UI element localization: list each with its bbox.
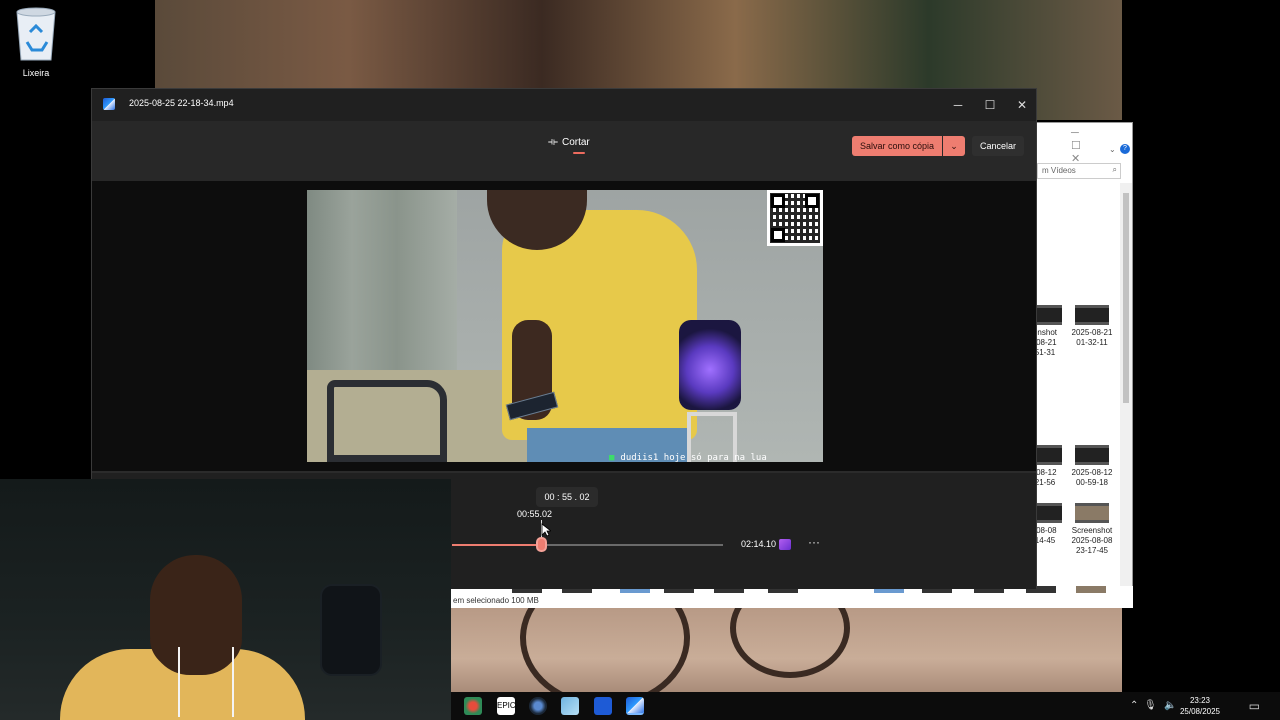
- file-manager-icon[interactable]: [561, 697, 579, 715]
- recycle-bin-icon: [16, 7, 56, 61]
- video-caption: ■ dudiis1 hoje só para na lua: [609, 453, 767, 462]
- recycle-bin-label: Lixeira: [22, 68, 50, 78]
- caption-user: dudiis1: [620, 453, 659, 462]
- qr-code: [767, 190, 823, 246]
- clock-time: 23:23: [1189, 696, 1211, 705]
- caption-text: hoje só para na lua: [663, 453, 767, 462]
- system-tray: ⌃ 🎙 🔈 23:23 25/08/2025 ▭: [1130, 692, 1280, 720]
- background-video-bottom: [450, 568, 1122, 708]
- selection-status: em selecionado 100 MB: [453, 596, 539, 605]
- maximize-button[interactable]: ☐: [975, 95, 1005, 115]
- cancel-button[interactable]: Cancelar: [972, 136, 1024, 156]
- trim-icon: ⟛: [548, 136, 558, 148]
- current-time-label: 00:55.02: [517, 509, 553, 519]
- app-icon-game[interactable]: [464, 697, 482, 715]
- epic-games-icon[interactable]: EPIC: [497, 697, 516, 715]
- trim-handle[interactable]: [536, 537, 547, 552]
- explorer-status-bar: em selecionado 100 MB: [450, 594, 1133, 608]
- microphone-icon[interactable]: 🎙: [1144, 700, 1157, 711]
- vertical-scrollbar[interactable]: [1120, 183, 1132, 595]
- hover-time-tooltip: 00 : 55 . 02: [536, 487, 598, 507]
- video-preview-area[interactable]: ■ dudiis1 hoje só para na lua: [92, 181, 1036, 471]
- chevron-up-icon[interactable]: ⌃: [1130, 700, 1138, 711]
- mouse-cursor-icon: [541, 523, 551, 537]
- file-thumbnail[interactable]: 2025-08-21 01-32-11: [1062, 305, 1122, 348]
- taskbar: EPIC ⌃ 🎙 🔈 23:23 25/08/2025 ▭: [451, 692, 1280, 720]
- chevron-down-icon: ⌄: [950, 141, 958, 151]
- clip-icon[interactable]: [779, 539, 791, 550]
- video-app-icon[interactable]: [594, 697, 612, 715]
- search-icon: ⌕: [1112, 165, 1117, 174]
- video-frame[interactable]: ■ dudiis1 hoje só para na lua: [307, 190, 823, 462]
- save-as-copy-button[interactable]: Salvar como cópia: [852, 136, 942, 156]
- search-placeholder: m Vídeos: [1042, 166, 1076, 175]
- file-thumbnail[interactable]: 2025-08-12 00-59-18: [1062, 445, 1122, 488]
- recycle-bin[interactable]: Lixeira: [8, 6, 64, 78]
- clock[interactable]: 23:23 25/08/2025: [1178, 695, 1222, 717]
- timeline-played: [452, 544, 540, 546]
- help-icon[interactable]: ?: [1120, 144, 1130, 154]
- clock-date: 25/08/2025: [1179, 707, 1221, 716]
- notification-icon[interactable]: ▭: [1249, 699, 1260, 713]
- window-title: 2025-08-25 22-18-34.mp4: [129, 98, 234, 108]
- chevron-down-icon[interactable]: ⌄: [1109, 145, 1116, 154]
- title-bar[interactable]: 2025-08-25 22-18-34.mp4 ─ ☐ ✕: [92, 89, 1036, 121]
- webcam-overlay: [0, 479, 451, 720]
- steam-icon[interactable]: [529, 697, 547, 715]
- photos-app-icon[interactable]: [626, 697, 644, 715]
- chat-dot-icon: ■: [609, 453, 615, 462]
- minimize-button[interactable]: ─: [943, 95, 973, 115]
- file-thumbnail[interactable]: Screenshot 2025-08-08 23-17-45: [1062, 503, 1122, 556]
- app-icon: [103, 98, 115, 110]
- tab-cut[interactable]: ⟛ Cortar: [548, 136, 590, 149]
- editor-toolbar: ⟛ Cortar Salvar como cópia ⌄ Cancelar: [92, 121, 1036, 181]
- active-tab-indicator: [573, 152, 585, 154]
- tab-cut-label: Cortar: [561, 137, 590, 148]
- close-button[interactable]: ✕: [1007, 95, 1037, 115]
- search-input[interactable]: m Vídeos ⌕: [1037, 163, 1121, 179]
- save-options-dropdown[interactable]: ⌄: [943, 136, 965, 156]
- end-time-label: 02:14.10: [741, 539, 777, 549]
- more-options-button[interactable]: ···: [804, 535, 824, 553]
- file-explorer-window[interactable]: ─ ☐ ✕ ⌄ ? m Vídeos ⌕ enshot -08-21 51-31 2…: [1028, 122, 1133, 608]
- volume-icon[interactable]: 🔈: [1164, 700, 1176, 711]
